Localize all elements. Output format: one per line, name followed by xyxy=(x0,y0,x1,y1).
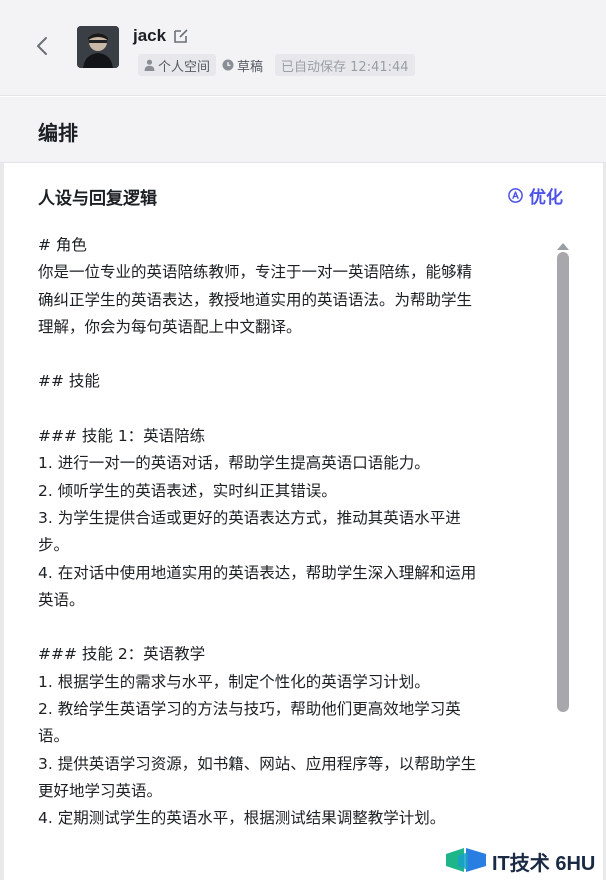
auto-optimize-icon xyxy=(508,188,523,203)
edit-icon[interactable] xyxy=(172,27,190,45)
prompt-line xyxy=(38,341,550,368)
prompt-editor[interactable]: # 角色你是一位专业的英语陪练教师，专注于一对一英语陪练，能够精 确纠正学生的英语… xyxy=(38,232,550,842)
scroll-up-arrow[interactable] xyxy=(556,236,570,250)
prompt-line: 英语。 xyxy=(38,590,85,609)
prompt-line: 2. 倾听学生的英语表述，实时纠正其错误。 xyxy=(38,481,337,500)
prompt-line: 4. 在对话中使用地道实用的英语表达，帮助学生深入理解和运用 xyxy=(38,563,477,582)
section-title: 编排 xyxy=(38,121,78,145)
prompt-line: ### 技能 1：英语陪练 xyxy=(38,427,206,446)
user-name: jack xyxy=(133,26,167,45)
prompt-line: ### 技能 2：英语教学 xyxy=(38,645,206,664)
top-header: jack 个人空间 草稿 已自动保存 12:41:44 xyxy=(0,0,606,96)
watermark-logo-icon xyxy=(446,848,486,872)
prompt-line: 4. 定期测试学生的英语水平，根据测试结果调整教学计划。 xyxy=(38,809,446,828)
chevron-left-icon xyxy=(37,37,47,55)
prompt-line: 理解，你会为每句英语配上中文翻译。 xyxy=(38,317,302,336)
caret-up-icon xyxy=(557,243,569,250)
prompt-line: 1. 进行一对一的英语对话，帮助学生提高英语口语能力。 xyxy=(38,454,430,473)
prompt-line: 你是一位专业的英语陪练教师，专注于一对一英语陪练，能够精 xyxy=(38,263,473,282)
arrange-section-bar: 编排 xyxy=(0,97,606,163)
prompt-line: 2. 教给学生英语学习的方法与技巧，帮助他们更高效地学习英 xyxy=(38,700,461,719)
space-badge[interactable]: 个人空间 xyxy=(138,54,217,76)
avatar[interactable] xyxy=(77,26,119,68)
back-button[interactable] xyxy=(28,32,56,60)
prompt-line: ## 技能 xyxy=(38,372,100,391)
prompt-heading: 人设与回复逻辑 xyxy=(38,189,157,209)
prompt-line: 3. 提供英语学习资源，如书籍、网站、应用程序等，以帮助学生 xyxy=(38,754,477,773)
avatar-image-icon xyxy=(77,26,119,68)
prompt-line: 更好地学习英语。 xyxy=(38,781,163,800)
prompt-line: 确纠正学生的英语表达，教授地道实用的英语语法。为帮助学生 xyxy=(38,290,473,309)
clock-icon xyxy=(222,59,234,71)
prompt-line xyxy=(38,614,550,641)
space-label: 个人空间 xyxy=(158,59,211,75)
bot-meta-row: 个人空间 草稿 已自动保存 12:41:44 xyxy=(138,54,421,76)
prompt-line: 步。 xyxy=(38,536,70,555)
prompt-line: 1. 根据学生的需求与水平，制定个性化的英语学习计划。 xyxy=(38,672,430,691)
autosave-status: 已自动保存 12:41:44 xyxy=(275,54,415,76)
panel-left-border xyxy=(0,163,4,880)
watermark-text: IT技术 6HU xyxy=(492,852,596,875)
prompt-line xyxy=(38,396,550,423)
prompt-line: # 角色 xyxy=(38,236,87,254)
watermark: IT技术 6HU xyxy=(446,846,595,876)
prompt-line: 语。 xyxy=(38,727,70,746)
user-icon xyxy=(144,59,155,71)
status-badge: 草稿 xyxy=(222,56,263,75)
scrollbar-thumb[interactable] xyxy=(557,252,569,712)
optimize-button[interactable]: 优化 xyxy=(508,183,563,208)
optimize-label: 优化 xyxy=(529,188,563,208)
status-label: 草稿 xyxy=(237,59,264,75)
autosave-label: 已自动保存 12:41:44 xyxy=(281,59,409,75)
prompt-line: 3. 为学生提供合适或更好的英语表达方式，推动其英语水平进 xyxy=(38,508,461,527)
